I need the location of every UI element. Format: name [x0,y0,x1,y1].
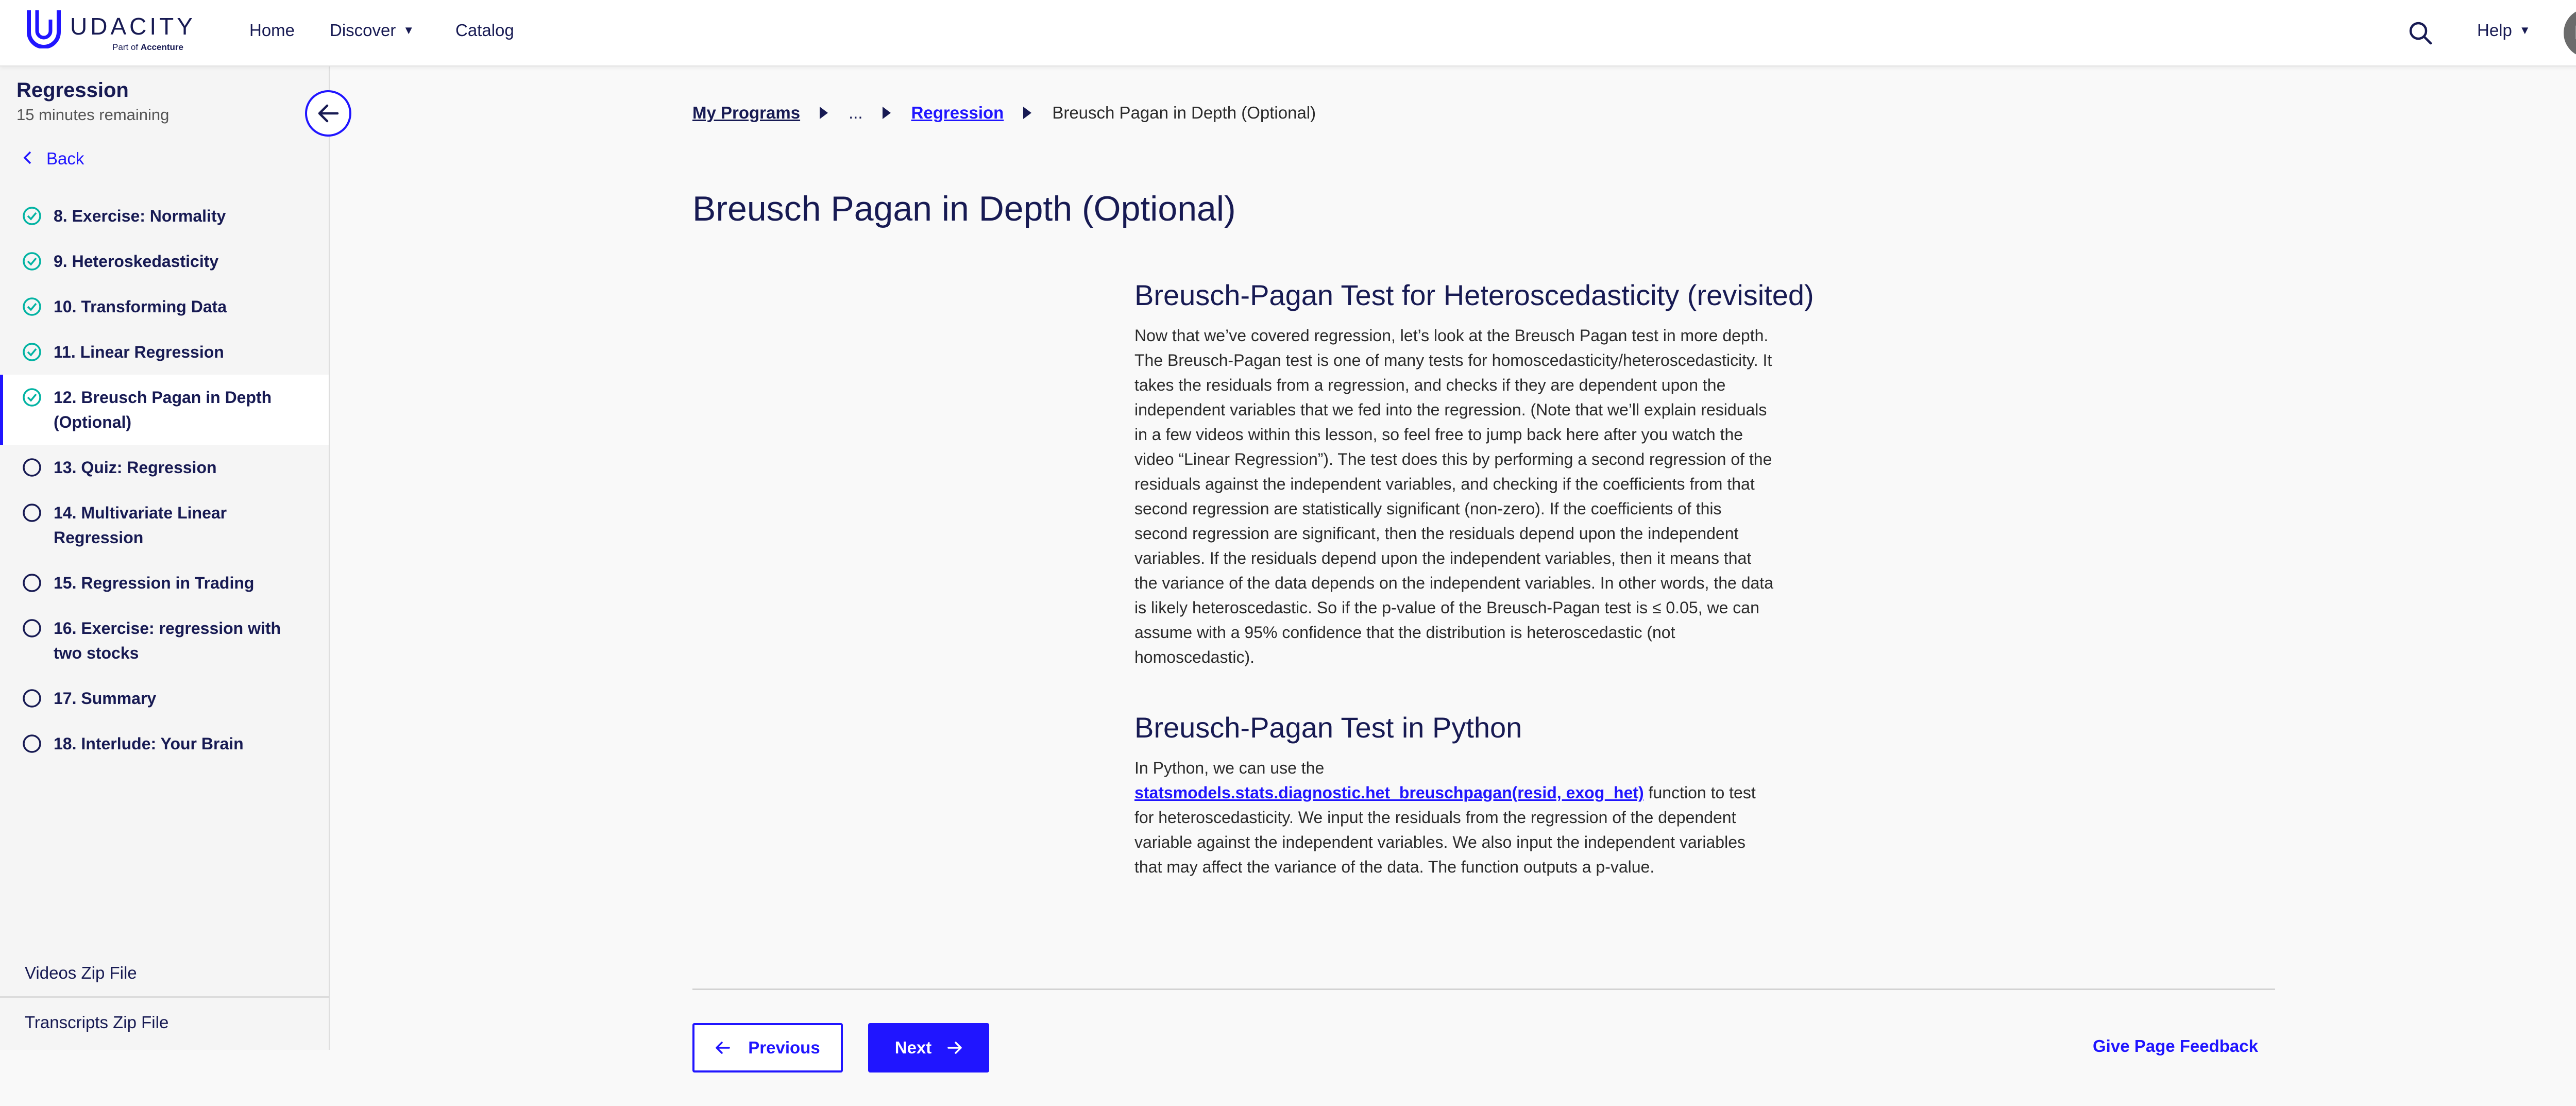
check-circle-icon [23,252,41,271]
sidebar-item-label: 8. Exercise: Normality [54,207,226,225]
sidebar-item-label: 14. Multivariate Linear Regression [54,504,227,547]
check-circle-icon [23,388,41,407]
udacity-logo[interactable]: UDACITY Part of Accenture [26,8,206,56]
udacity-logo-icon [27,10,61,48]
next-label: Next [894,1038,932,1057]
content-divider [692,988,2275,990]
sidebar-item-label: 12. Breusch Pagan in Depth (Optional) [54,388,272,431]
sidebar-item-label: 16. Exercise: regression with two stocks [54,619,281,662]
collapse-sidebar-button[interactable] [305,90,351,137]
check-circle-icon [23,297,41,316]
empty-circle-icon [23,458,41,477]
check-circle-icon [23,207,41,225]
lesson-title: Regression [16,79,129,102]
sidebar-item-label: 13. Quiz: Regression [54,458,217,477]
user-avatar[interactable]: HC [2564,8,2576,58]
sidebar-item-exercise-normality[interactable]: 8. Exercise: Normality [0,193,329,239]
lesson-sidebar: Regression 15 minutes remaining Back 8. … [0,65,330,1050]
empty-circle-icon [23,619,41,638]
section-heading-python: Breusch-Pagan Test in Python [1134,711,1522,744]
sidebar-item-label: 11. Linear Regression [54,343,224,361]
transcripts-zip-link[interactable]: Transcripts Zip File [25,1013,168,1032]
arrow-left-icon [716,1042,731,1054]
sidebar-item-transforming-data[interactable]: 10. Transforming Data [0,284,329,329]
sidebar-item-linear-regression[interactable]: 11. Linear Regression [0,329,329,375]
sidebar-item-quiz-regression[interactable]: 13. Quiz: Regression [0,445,329,490]
sidebar-item-label: 15. Regression in Trading [54,574,255,592]
next-button[interactable]: Next [868,1023,989,1073]
help-label: Help [2477,21,2512,40]
check-circle-icon [23,343,41,361]
sidebar-divider [0,996,329,998]
empty-circle-icon [23,734,41,753]
empty-circle-icon [23,504,41,522]
section-heading-breusch-pagan-revisited: Breusch-Pagan Test for Heteroscedasticit… [1134,279,1814,311]
empty-circle-icon [23,574,41,592]
logo-subtitle-brand: Accenture [140,42,183,52]
sidebar-item-exercise-two-stocks[interactable]: 16. Exercise: regression with two stocks [0,606,329,676]
top-navigation: UDACITY Part of Accenture Home Discover ▼… [0,0,2576,66]
nav-discover-menu[interactable]: Discover ▼ [330,21,414,40]
sidebar-item-label: 18. Interlude: Your Brain [54,734,244,753]
logo-subtitle-prefix: Part of [112,42,139,52]
breadcrumb: My Programs ... Regression Breusch Pagan… [692,103,1316,123]
sidebar-item-label: 9. Heteroskedasticity [54,252,219,271]
sidebar-item-label: 17. Summary [54,689,157,708]
het-breuschpagan-link[interactable]: statsmodels.stats.diagnostic.het_breusch… [1134,783,1644,802]
section-body-breusch-pagan: Now that we’ve covered regression, let’s… [1134,326,1773,666]
arrow-right-icon [947,1042,962,1054]
breadcrumb-separator-icon [882,107,891,119]
logo-subtitle: Part of Accenture [112,42,183,53]
caret-down-icon: ▼ [403,24,415,37]
sidebar-item-summary[interactable]: 17. Summary [0,676,329,721]
search-icon [2409,22,2432,45]
nav-home-link[interactable]: Home [249,21,295,40]
section-body-python: In Python, we can use the statsmodels.sta… [1134,756,1773,879]
breadcrumb-regression[interactable]: Regression [911,103,1004,123]
breadcrumb-my-programs[interactable]: My Programs [692,103,800,123]
sidebar-item-regression-trading[interactable]: 15. Regression in Trading [0,560,329,606]
python-intro-text: In Python, we can use the [1134,759,1325,777]
breadcrumb-ellipsis[interactable]: ... [849,103,863,123]
sidebar-item-multivariate-regression[interactable]: 14. Multivariate Linear Regression [0,490,329,560]
breadcrumb-current: Breusch Pagan in Depth (Optional) [1052,103,1316,122]
lesson-article: Breusch-Pagan Test for Heteroscedasticit… [1134,278,1814,879]
sidebar-item-interlude[interactable]: 18. Interlude: Your Brain [0,721,329,766]
give-feedback-link[interactable]: Give Page Feedback [2093,1036,2258,1056]
arrow-left-icon [318,104,339,123]
back-label: Back [46,149,84,168]
sidebar-item-label: 10. Transforming Data [54,297,227,316]
sidebar-item-heteroskedasticity[interactable]: 9. Heteroskedasticity [0,239,329,284]
empty-circle-icon [23,689,41,708]
breadcrumb-separator-icon [820,107,828,119]
previous-label: Previous [748,1038,820,1057]
back-link[interactable]: Back [23,149,84,169]
videos-zip-link[interactable]: Videos Zip File [25,963,137,983]
logo-wordmark: UDACITY [70,13,196,40]
caret-down-icon: ▼ [2519,24,2531,37]
search-button[interactable] [2407,20,2434,46]
previous-button[interactable]: Previous [692,1023,843,1073]
concept-list: 8. Exercise: Normality 9. Heteroskedasti… [0,193,329,766]
help-menu[interactable]: Help ▼ [2477,21,2531,40]
nav-catalog-link[interactable]: Catalog [455,21,514,40]
chevron-left-icon [23,149,32,169]
breadcrumb-separator-icon [1023,107,1032,119]
nav-discover-label: Discover [330,21,396,40]
time-remaining: 15 minutes remaining [16,106,170,124]
page-title: Breusch Pagan in Depth (Optional) [692,189,1236,228]
sidebar-item-breusch-pagan[interactable]: 12. Breusch Pagan in Depth (Optional) [0,375,329,445]
